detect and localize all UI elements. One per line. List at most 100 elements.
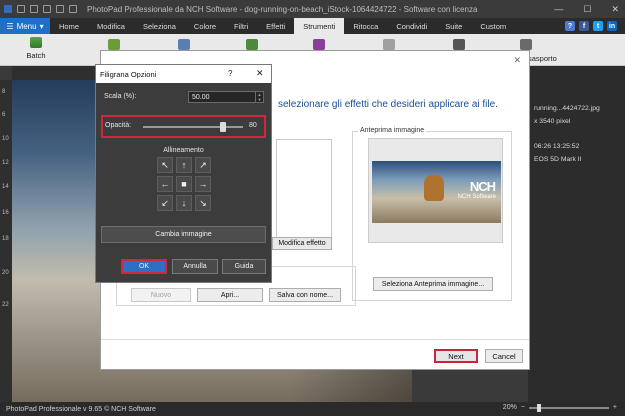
zoom-slider-knob[interactable] <box>536 403 541 412</box>
status-text: PhotoPad Professionale v 9.65 © NCH Soft… <box>6 405 156 413</box>
tool-icon-6[interactable] <box>453 39 465 50</box>
redo-icon[interactable] <box>43 5 51 13</box>
opacity-slider[interactable] <box>143 122 243 132</box>
tab-ritocca[interactable]: Ritocca <box>344 18 387 34</box>
cancel-button[interactable]: Cancel <box>485 349 523 363</box>
scale-label: Scala (%): <box>104 93 137 100</box>
tab-modifica[interactable]: Modifica <box>88 18 134 34</box>
window-title: PhotoPad Professionale da NCH Software -… <box>87 4 478 14</box>
zoom-slider[interactable] <box>528 403 609 412</box>
align-bottom-icon[interactable]: ↓ <box>176 195 192 211</box>
zoom-level: 20% <box>502 404 517 411</box>
tab-colore[interactable]: Colore <box>185 18 225 34</box>
twitter-icon[interactable]: t <box>593 21 603 31</box>
menu-label: Menu <box>16 21 37 31</box>
select-preview-button[interactable]: Seleziona Anteprima immagine... <box>373 277 493 291</box>
status-bar: PhotoPad Professionale v 9.65 © NCH Soft… <box>0 402 625 416</box>
opacity-value: 80 <box>249 122 257 129</box>
align-center-icon[interactable]: ■ <box>176 176 192 192</box>
preview-frame: NCH NCH Software <box>368 138 503 243</box>
social-links: ? f t in <box>565 21 617 31</box>
preview-label: Anteprima immagine <box>358 127 427 134</box>
save-as-button[interactable]: Salva con nome... <box>269 288 341 302</box>
window-controls: — ☐ ✕ <box>554 0 619 18</box>
ribbon-tabs: ☰ Menu ▾ Home Modifica Seleziona Colore … <box>0 18 625 34</box>
annulla-button[interactable]: Annulla <box>172 259 218 274</box>
help-icon[interactable]: ? <box>565 21 575 31</box>
batch-label: Batch <box>26 51 46 60</box>
file-info-panel: running...4424722.jpg x 3540 pixel 06:26… <box>528 66 625 402</box>
tool-icon-2[interactable] <box>178 39 190 50</box>
nch-watermark-text: NCH Software <box>457 194 496 200</box>
opacity-label: Opacità: <box>105 122 132 129</box>
scale-value: 50.00 <box>192 93 210 101</box>
align-bottom-right-icon[interactable]: ↘ <box>195 195 211 211</box>
dialog-title-bar: Filigrana Opzioni ? ✕ <box>96 65 271 83</box>
scale-input[interactable]: 50.00 ▲ ▼ <box>188 91 264 103</box>
zoom-in-icon[interactable]: + <box>613 404 617 411</box>
alignment-grid: ↖ ↑ ↗ ← ■ → ↙ ↓ ↘ <box>157 157 211 211</box>
zoom-out-icon[interactable]: − <box>521 404 525 411</box>
align-top-right-icon[interactable]: ↗ <box>195 157 211 173</box>
align-left-icon[interactable]: ← <box>157 176 173 192</box>
opacity-slider-knob[interactable] <box>220 122 226 132</box>
batch-button[interactable]: Batch <box>18 37 54 63</box>
wizard-separator <box>101 339 529 340</box>
quick-access-toolbar <box>0 5 77 13</box>
tab-effetti[interactable]: Effetti <box>257 18 294 34</box>
maximize-button[interactable]: ☐ <box>583 4 591 15</box>
tab-home[interactable]: Home <box>50 18 88 34</box>
facebook-icon[interactable]: f <box>579 21 589 31</box>
tool-icon-1[interactable] <box>108 39 120 50</box>
next-button[interactable]: Next <box>434 349 478 363</box>
scale-spinner-icon[interactable]: ▲ ▼ <box>255 92 263 102</box>
hamburger-icon: ☰ <box>6 21 14 31</box>
toolbar-partial-label: sasporto <box>528 54 557 63</box>
title-bar: PhotoPad Professionale da NCH Software -… <box>0 0 625 18</box>
align-top-left-icon[interactable]: ↖ <box>157 157 173 173</box>
tab-seleziona[interactable]: Seleziona <box>134 18 185 34</box>
zoom-control: 20% − + <box>502 403 617 412</box>
tool-icon-5[interactable] <box>383 39 395 50</box>
new-button[interactable]: Nuovo <box>131 288 191 302</box>
ok-button[interactable]: OK <box>121 259 167 274</box>
save-icon[interactable] <box>17 5 25 13</box>
tool-icon-7[interactable] <box>520 39 532 50</box>
tool-icon-4[interactable] <box>313 39 325 50</box>
preview-group: Anteprima immagine NCH NCH Software Sele… <box>352 127 512 301</box>
tab-suite[interactable]: Suite <box>436 18 471 34</box>
paste-icon[interactable] <box>69 5 77 13</box>
watermark-options-dialog: Filigrana Opzioni ? ✕ Scala (%): 50.00 ▲… <box>95 64 272 283</box>
dialog-title: Filigrana Opzioni <box>100 69 157 79</box>
modify-effect-button[interactable]: Modifica effetto <box>272 237 332 250</box>
tab-strumenti[interactable]: Strumenti <box>294 18 345 34</box>
close-window-button[interactable]: ✕ <box>611 4 619 15</box>
wizard-heading: selezionare gli effetti che desideri app… <box>278 99 498 110</box>
close-icon[interactable]: ✕ <box>256 68 264 79</box>
effects-list[interactable] <box>276 139 332 249</box>
guida-button[interactable]: Guida <box>222 259 266 274</box>
align-top-icon[interactable]: ↑ <box>176 157 192 173</box>
menu-button[interactable]: ☰ Menu ▾ <box>0 18 50 34</box>
nch-logo: NCH <box>469 179 496 194</box>
batch-icon <box>30 37 42 48</box>
wizard-close-icon[interactable]: ✕ <box>513 55 521 66</box>
tab-condividi[interactable]: Condividi <box>387 18 436 34</box>
linkedin-icon[interactable]: in <box>607 21 617 31</box>
opacity-row: Opacità: 80 <box>101 115 266 138</box>
tool-icon-3[interactable] <box>246 39 258 50</box>
change-image-button[interactable]: Cambia immagine <box>101 226 266 243</box>
tab-filtri[interactable]: Filtri <box>225 18 257 34</box>
tab-custom[interactable]: Custom <box>471 18 515 34</box>
minimize-button[interactable]: — <box>554 4 563 14</box>
align-right-icon[interactable]: → <box>195 176 211 192</box>
copy-icon[interactable] <box>56 5 64 13</box>
chevron-down-icon: ▾ <box>39 21 44 31</box>
open-button[interactable]: Apri... <box>197 288 263 302</box>
align-bottom-left-icon[interactable]: ↙ <box>157 195 173 211</box>
file-name: running...4424722.jpg <box>534 105 600 112</box>
alignment-title: Allineamento <box>163 147 204 154</box>
help-button[interactable]: ? <box>228 69 232 78</box>
undo-icon[interactable] <box>30 5 38 13</box>
left-ruler: 8 6 10 12 14 16 18 20 22 <box>0 80 12 402</box>
